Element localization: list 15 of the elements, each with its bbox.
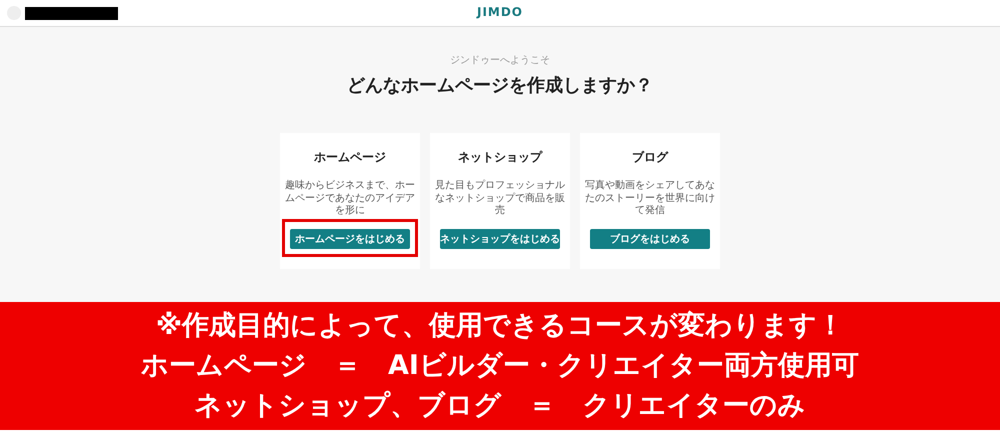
- card-description: 写真や動画をシェアしてあなたのストーリーを世界に向けて発信: [585, 180, 715, 218]
- card-description: 見た目もプロフェッショナルなネットショップで商品を販売: [435, 180, 565, 218]
- banner-text: ホームページ ＝ AIビルダー・クリエイター両方使用可: [141, 349, 859, 383]
- card-title: ネットショップ: [458, 149, 542, 166]
- card-title: ホームページ: [314, 149, 386, 166]
- page-title: どんなホームページを作成しますか？: [347, 74, 653, 97]
- welcome-text: ジンドゥーへようこそ: [450, 54, 550, 67]
- start-button[interactable]: ネットショップをはじめる: [440, 229, 560, 249]
- banner-text: ※作成目的によって、使用できるコースが変わります！: [156, 309, 844, 343]
- start-button[interactable]: ブログをはじめる: [590, 229, 710, 249]
- banner-text: ネットショップ、ブログ ＝ クリエイターのみ: [194, 389, 806, 423]
- logo[interactable]: JIMDO: [476, 5, 524, 19]
- start-button[interactable]: ホームページをはじめる: [290, 229, 410, 249]
- card-description: 趣味からビジネスまで、ホームページであなたのアイデアを形に: [285, 180, 415, 218]
- card-title: ブログ: [632, 149, 668, 166]
